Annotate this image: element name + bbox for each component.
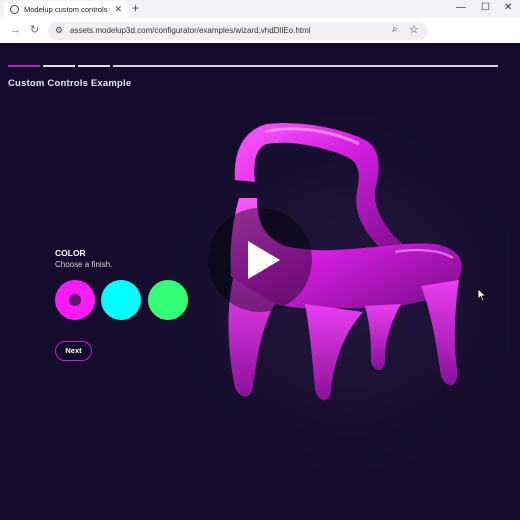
browser-tab-strip: Modelup custom controls wizard ✕ + — ☐ ✕ <box>0 0 520 18</box>
play-button[interactable] <box>208 208 312 312</box>
close-window-button[interactable]: ✕ <box>504 3 512 13</box>
step-title: COLOR <box>55 248 86 258</box>
step-subtitle: Choose a finish. <box>55 260 113 269</box>
progress-step-4 <box>113 65 498 67</box>
browser-tab[interactable]: Modelup custom controls wizard ✕ <box>4 1 128 18</box>
zoom-icon[interactable]: ⌕ <box>392 24 398 35</box>
address-bar[interactable]: ⚙ assets.modelup3d.com/configurator/exam… <box>48 22 428 40</box>
swatch-magenta[interactable] <box>55 280 95 320</box>
favicon-globe-icon <box>10 5 19 14</box>
browser-toolbar: → ↻ ⚙ assets.modelup3d.com/configurator/… <box>0 18 520 43</box>
play-icon <box>248 241 280 279</box>
progress-step-2 <box>43 65 75 67</box>
page-title: Custom Controls Example <box>8 78 132 89</box>
new-tab-button[interactable]: + <box>132 2 139 14</box>
swatch-green[interactable] <box>148 280 188 320</box>
maximize-button[interactable]: ☐ <box>481 3 490 13</box>
progress-step-1 <box>8 65 40 67</box>
page-viewport: Custom Controls Example COLOR Choose a f… <box>0 43 520 520</box>
minimize-button[interactable]: — <box>456 3 466 13</box>
swatch-cyan[interactable] <box>101 280 141 320</box>
url-text[interactable]: assets.modelup3d.com/configurator/exampl… <box>70 26 311 35</box>
tune-icon[interactable]: ⚙ <box>55 25 63 36</box>
selected-indicator <box>69 294 81 306</box>
close-tab-icon[interactable]: ✕ <box>114 4 122 14</box>
bookmark-star-icon[interactable]: ☆ <box>409 23 419 36</box>
reload-button[interactable]: ↻ <box>30 24 39 36</box>
progress-step-3 <box>78 65 110 67</box>
forward-button[interactable]: → <box>10 24 21 36</box>
mouse-cursor-icon <box>477 288 487 302</box>
tab-title: Modelup custom controls wizard <box>24 5 110 14</box>
next-button[interactable]: Next <box>55 341 92 361</box>
